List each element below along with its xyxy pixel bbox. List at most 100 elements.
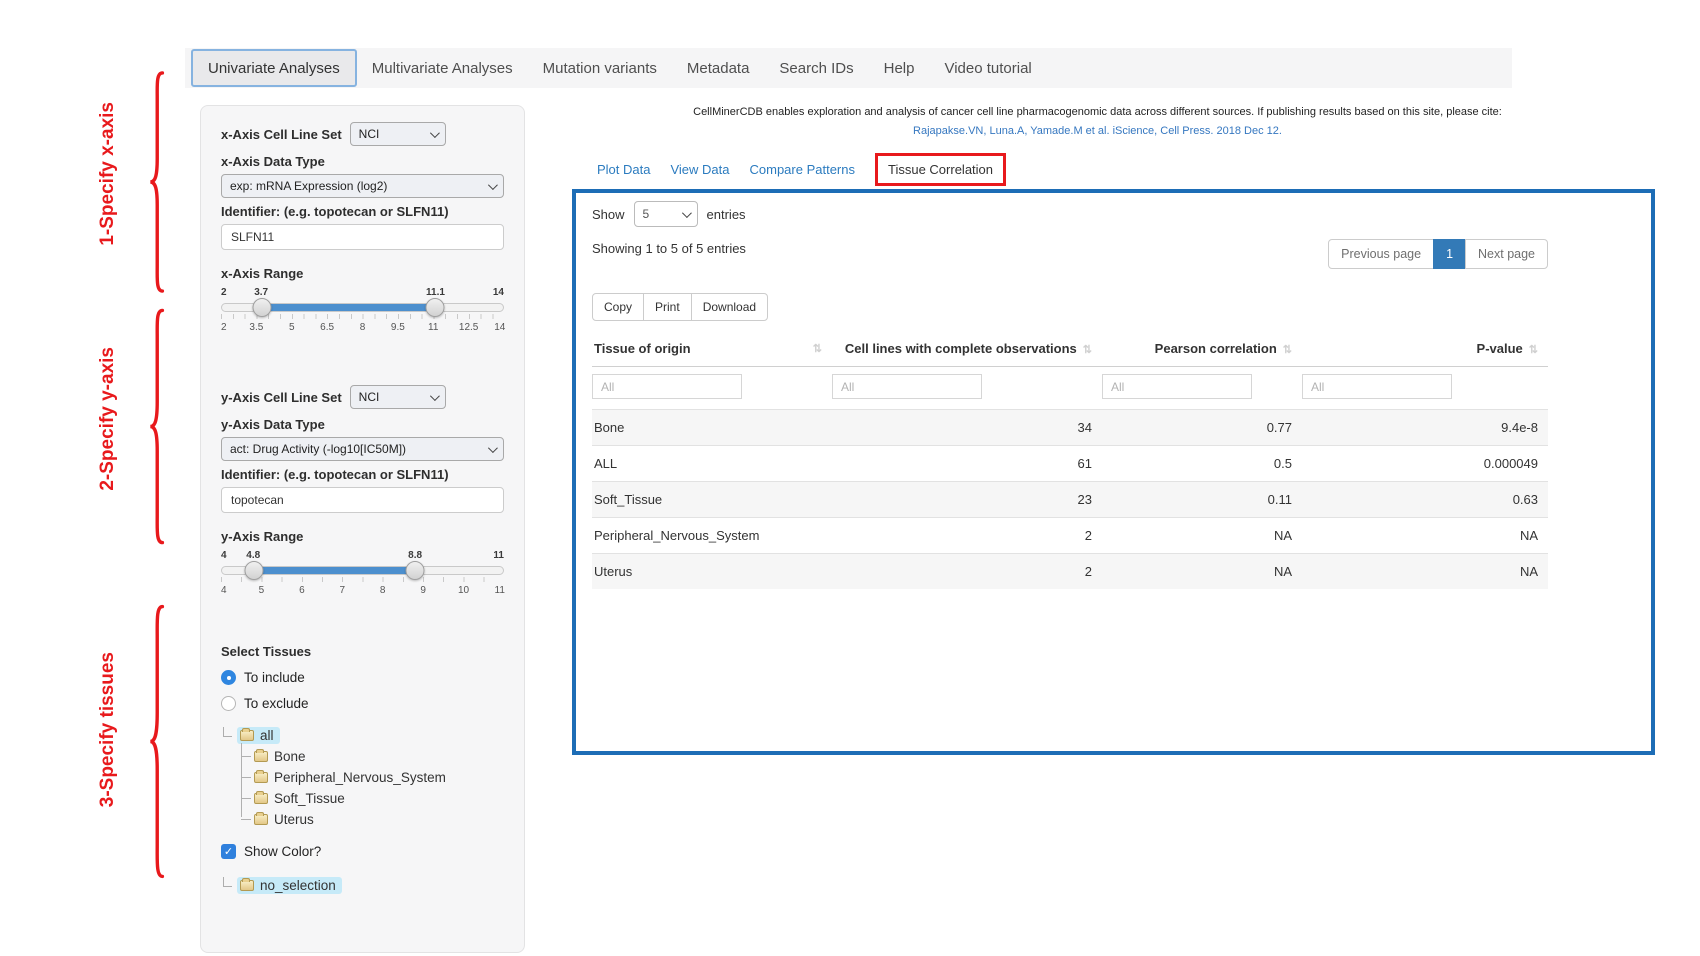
tissue-correlation-panel: Show 5 entries Showing 1 to 5 of 5 entri…: [572, 189, 1655, 755]
nav-tab-search-ids[interactable]: Search IDs: [764, 48, 868, 88]
x-range-high-handle[interactable]: [425, 298, 444, 317]
to-include-radio[interactable]: To include: [221, 670, 504, 685]
tab-plot-data[interactable]: Plot Data: [597, 162, 650, 177]
nav-tab-video-tutorial[interactable]: Video tutorial: [929, 48, 1046, 88]
table-row[interactable]: Uterus 2 NA NA: [592, 554, 1548, 590]
tree-node-peripheral-nervous-system[interactable]: Peripheral_Nervous_System: [241, 767, 504, 788]
tab-view-data[interactable]: View Data: [670, 162, 729, 177]
filter-tissue-input[interactable]: [592, 374, 742, 399]
page-length-value: 5: [643, 207, 650, 221]
x-axis-data-type-select[interactable]: exp: mRNA Expression (log2): [221, 174, 504, 198]
citation-text: CellMinerCDB enables exploration and ana…: [545, 106, 1650, 118]
y-range-tickmarks: [221, 577, 504, 582]
tree-node-no-selection[interactable]: no_selection: [221, 875, 504, 896]
y-axis-data-type-select[interactable]: act: Drug Activity (-log10[IC50M]): [221, 437, 504, 461]
y-range-min-label: 4: [221, 550, 227, 561]
x-axis-identifier-label: Identifier: (e.g. topotecan or SLFN11): [221, 204, 504, 219]
radio-unselected-icon: [221, 696, 236, 711]
column-header-p-value[interactable]: P-value⇅: [1302, 333, 1548, 367]
column-header-cell-lines[interactable]: Cell lines with complete observations⇅: [832, 333, 1102, 367]
chevron-down-icon: [681, 208, 691, 218]
control-sidebar: x-Axis Cell Line Set NCI x-Axis Data Typ…: [200, 105, 525, 953]
filter-cell-lines-input[interactable]: [832, 374, 982, 399]
x-range-high-handle-label: 11.1: [426, 287, 445, 298]
x-axis-range-slider[interactable]: 2 3.7 11.1 14 2 3.5 5 6.5 8 9.5 11 12.5 …: [221, 287, 504, 335]
page-1-button[interactable]: 1: [1433, 239, 1466, 269]
tree-node-soft-tissue[interactable]: Soft_Tissue: [241, 788, 504, 809]
annotation-step3-label: 3-Specify tissues: [97, 652, 119, 807]
chevron-down-icon: [488, 180, 498, 190]
annotation-brace-1: [146, 66, 165, 298]
nav-tab-mutation-variants[interactable]: Mutation variants: [528, 48, 672, 88]
y-range-fill: [254, 567, 415, 574]
folder-icon: [240, 730, 254, 741]
next-page-button[interactable]: Next page: [1465, 239, 1548, 269]
entries-label: entries: [707, 207, 746, 222]
tree-node-uterus[interactable]: Uterus: [241, 809, 504, 830]
citation-block: CellMinerCDB enables exploration and ana…: [545, 106, 1650, 137]
y-range-low-handle-label: 4.8: [246, 550, 260, 561]
nav-tab-help[interactable]: Help: [869, 48, 930, 88]
copy-button[interactable]: Copy: [592, 293, 644, 321]
x-range-low-handle-label: 3.7: [254, 287, 268, 298]
column-header-pearson-correlation[interactable]: Pearson correlation⇅: [1102, 333, 1302, 367]
select-tissues-heading: Select Tissues: [221, 644, 504, 659]
tree-node-bone[interactable]: Bone: [241, 746, 504, 767]
nav-tab-metadata[interactable]: Metadata: [672, 48, 765, 88]
y-axis-data-type-value: act: Drug Activity (-log10[IC50M]): [230, 442, 406, 456]
table-row[interactable]: Bone 34 0.77 9.4e-8: [592, 410, 1548, 446]
x-range-track[interactable]: [221, 303, 504, 312]
x-axis-data-type-label: x-Axis Data Type: [221, 154, 504, 169]
page-length-select[interactable]: 5: [634, 201, 698, 227]
checkbox-checked-icon: ✓: [221, 844, 236, 859]
column-header-tissue-of-origin[interactable]: Tissue of origin⇅: [592, 333, 832, 367]
x-axis-identifier-input[interactable]: [221, 224, 504, 250]
nav-tab-univariate-analyses[interactable]: Univariate Analyses: [191, 49, 357, 87]
y-axis-range-slider[interactable]: 4 4.8 8.8 11 4 5 6 7 8 9 10 11: [221, 550, 504, 598]
previous-page-button[interactable]: Previous page: [1328, 239, 1434, 269]
y-range-max-label: 11: [493, 550, 504, 561]
x-axis-cell-line-set-select[interactable]: NCI: [350, 122, 446, 146]
x-range-low-handle[interactable]: [252, 298, 271, 317]
download-button[interactable]: Download: [691, 293, 768, 321]
x-range-fill: [262, 304, 435, 311]
to-exclude-radio[interactable]: To exclude: [221, 696, 504, 711]
x-range-tick-labels: 2 3.5 5 6.5 8 9.5 11 12.5 14: [221, 322, 504, 335]
folder-icon: [254, 751, 268, 762]
tree-node-all[interactable]: all: [221, 725, 504, 746]
tab-compare-patterns[interactable]: Compare Patterns: [750, 162, 856, 177]
chevron-down-icon: [488, 443, 498, 453]
sort-icon: ⇅: [813, 342, 822, 355]
top-navigation-bar: Univariate Analyses Multivariate Analyse…: [185, 48, 1512, 88]
filter-p-value-input[interactable]: [1302, 374, 1452, 399]
annotation-brace-2: [146, 303, 165, 550]
annotation-step1-label: 1-Specify x-axis: [97, 102, 119, 246]
table-row[interactable]: Peripheral_Nervous_System 2 NA NA: [592, 518, 1548, 554]
table-row[interactable]: ALL 61 0.5 0.000049: [592, 446, 1548, 482]
x-range-min-label: 2: [221, 287, 227, 298]
folder-icon: [240, 880, 254, 891]
tissue-tree: all Bone Peripheral_Nervous_System Soft_…: [221, 725, 504, 830]
y-range-low-handle[interactable]: [245, 561, 264, 580]
folder-icon: [254, 793, 268, 804]
sort-icon: ⇅: [1283, 344, 1292, 356]
y-range-high-handle[interactable]: [405, 561, 424, 580]
y-axis-cell-line-set-label: y-Axis Cell Line Set: [221, 390, 342, 405]
tree-connector-icon: [223, 727, 232, 737]
show-color-checkbox[interactable]: ✓ Show Color?: [221, 844, 504, 859]
x-axis-range-label: x-Axis Range: [221, 266, 504, 281]
print-button[interactable]: Print: [643, 293, 692, 321]
show-label: Show: [592, 207, 625, 222]
sort-icon: ⇅: [1529, 344, 1538, 356]
nav-tab-multivariate-analyses[interactable]: Multivariate Analyses: [357, 48, 528, 88]
tab-tissue-correlation[interactable]: Tissue Correlation: [875, 153, 1006, 186]
y-axis-data-type-label: y-Axis Data Type: [221, 417, 504, 432]
y-axis-identifier-input[interactable]: [221, 487, 504, 513]
y-range-track[interactable]: [221, 566, 504, 575]
filter-pearson-input[interactable]: [1102, 374, 1252, 399]
citation-link[interactable]: Rajapakse.VN, Luna.A, Yamade.M et al. iS…: [545, 125, 1650, 137]
table-row[interactable]: Soft_Tissue 23 0.11 0.63: [592, 482, 1548, 518]
y-range-tick-labels: 4 5 6 7 8 9 10 11: [221, 585, 504, 598]
show-color-label: Show Color?: [244, 844, 321, 859]
y-axis-cell-line-set-select[interactable]: NCI: [350, 385, 446, 409]
